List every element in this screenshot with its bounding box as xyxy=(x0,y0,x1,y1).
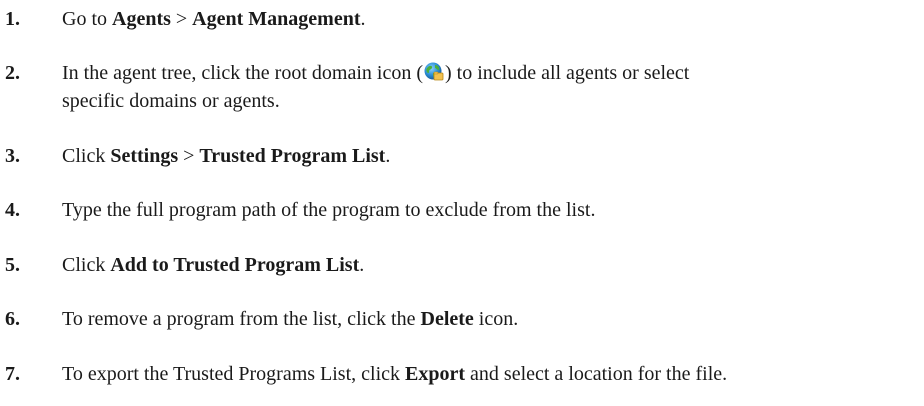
root-domain-globe-icon xyxy=(424,62,444,81)
step-number: 6. xyxy=(5,308,20,330)
step-number: 3. xyxy=(5,145,20,167)
menu-trusted-program-list: Trusted Program List xyxy=(199,145,386,167)
step-text: To export the Trusted Programs List, cli… xyxy=(62,363,728,385)
menu-agents: Agents xyxy=(112,8,171,30)
step-text: Click Add to Trusted Program List. xyxy=(62,254,365,276)
step-number: 2. xyxy=(5,62,20,84)
step-number: 7. xyxy=(5,363,20,385)
step-text: specific domains or agents. xyxy=(62,90,280,112)
step-text: Type the full program path of the progra… xyxy=(62,199,596,221)
procedure-steps: 1. Go to Agents > Agent Management. 2. I… xyxy=(0,0,924,406)
step-text: In the agent tree, click the root domain… xyxy=(62,62,690,84)
menu-settings: Settings xyxy=(110,145,179,167)
delete-icon-label: Delete xyxy=(420,308,474,330)
button-export: Export xyxy=(405,363,466,385)
step-text: Click Settings > Trusted Program List. xyxy=(62,145,391,167)
step-text: To remove a program from the list, click… xyxy=(62,308,519,330)
step-number: 5. xyxy=(5,254,20,276)
step-text: Go to Agents > Agent Management. xyxy=(62,8,366,30)
step-number: 4. xyxy=(5,199,20,221)
button-add-to-trusted-program-list: Add to Trusted Program List xyxy=(110,254,360,276)
menu-agent-management: Agent Management xyxy=(192,8,361,30)
step-number: 1. xyxy=(5,8,20,30)
